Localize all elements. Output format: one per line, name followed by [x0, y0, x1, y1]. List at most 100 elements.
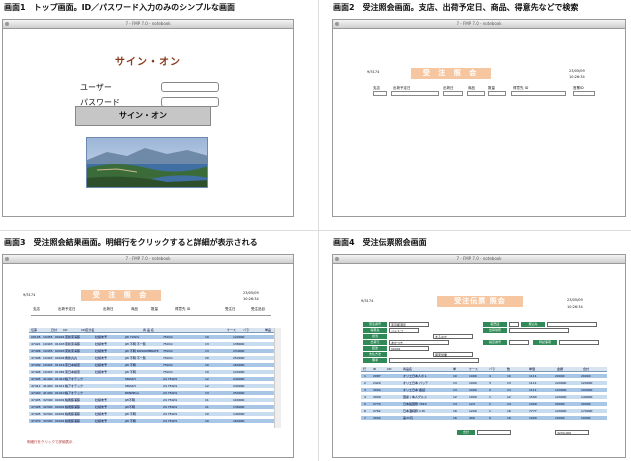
ship-date-input[interactable]: [391, 91, 439, 96]
search-label-customer: 得意先 ID: [175, 307, 191, 311]
form-field[interactable]: 関東営業: [433, 352, 473, 357]
table-cell: 1000: [469, 381, 477, 385]
window-screen3: 7 - FMP 7.0 - notebook 9/3174 受 注 照 会 23…: [2, 254, 294, 458]
user-input[interactable]: [161, 82, 219, 92]
table-cell: 32300: [43, 419, 53, 423]
form-field-empty[interactable]: [509, 328, 569, 333]
form-field-empty[interactable]: [547, 322, 597, 327]
column-header[interactable]: 商 品 名: [143, 328, 154, 332]
column-header[interactable]: バラ: [243, 328, 249, 332]
table-cell: 138000: [233, 342, 245, 346]
table-cell: 20000: [555, 402, 565, 406]
table-cell: 10: [507, 374, 511, 378]
branch-input[interactable]: [373, 91, 387, 96]
table-cell: 16: [453, 409, 457, 413]
column-header[interactable]: ID: [373, 367, 376, 371]
form-field-empty[interactable]: [509, 322, 519, 327]
table-cell: 47405: [31, 412, 41, 416]
table-cell: 株鳳藤浦藤: [65, 405, 81, 409]
table-cell: 250000: [233, 391, 245, 395]
table-row[interactable]: [361, 395, 607, 399]
table-cell: 株アオテック: [65, 377, 84, 381]
caption-screen3: 画面3 受注照会結果画面。明細行をクリックすると詳細が表示される: [4, 238, 258, 247]
column-header[interactable]: 行: [363, 367, 366, 371]
column-header[interactable]: 金額: [557, 367, 563, 371]
table-cell: 国産 / 本人グルメ: [403, 395, 427, 399]
column-header[interactable]: 単品: [265, 328, 271, 332]
search-label-qty: 数量: [151, 307, 158, 311]
table-cell: SMASH: [125, 377, 136, 381]
column-header[interactable]: 伝票: [31, 328, 37, 332]
table-cell: 00004: [55, 356, 65, 360]
table-row[interactable]: [361, 402, 607, 406]
column-header[interactable]: 数: [507, 367, 510, 371]
field-label-qty: 数量: [488, 86, 495, 90]
form-field-empty[interactable]: [559, 340, 599, 345]
table-cell: 5: [364, 402, 366, 406]
column-header[interactable]: 単: [453, 367, 456, 371]
shipped-input[interactable]: [443, 91, 463, 96]
search-field-row[interactable]: [31, 312, 271, 316]
table-cell: JW 不明 ROSIOMBRATE: [125, 349, 159, 353]
close-dot-icon[interactable]: [335, 22, 339, 26]
form-field[interactable]: 東京都港区: [389, 322, 429, 327]
form-field-empty[interactable]: [389, 358, 479, 363]
table-row[interactable]: [361, 416, 607, 420]
column-header[interactable]: 合計: [583, 367, 589, 371]
table-cell: 120000: [581, 381, 593, 385]
form-field-empty[interactable]: [509, 340, 529, 345]
table-cell: 750ml: [163, 349, 173, 353]
table-row[interactable]: [361, 374, 607, 378]
table-cell: 120000: [555, 395, 567, 399]
form-field[interactable]: まるなか: [433, 334, 473, 339]
table-cell: 社検未予: [95, 412, 108, 416]
qty-input[interactable]: [488, 91, 506, 96]
window-titlebar: 7 - FMP 7.0 - notebook: [333, 20, 625, 29]
column-header[interactable]: 単価: [529, 367, 535, 371]
table-cell: 47412: [31, 384, 41, 388]
items-header: 行 ID CD 商品名 単 ケース バラ 数 単価 金額 合計: [361, 367, 607, 372]
close-dot-icon[interactable]: [5, 22, 9, 26]
table-cell: 32300: [43, 398, 53, 402]
table-cell: 10: [205, 363, 209, 367]
close-dot-icon[interactable]: [5, 257, 9, 261]
form-field[interactable]: あかつき: [389, 340, 449, 345]
column-header[interactable]: ケース: [227, 328, 236, 332]
table-cell: 3004: [373, 388, 381, 392]
form-label: 備考: [363, 358, 387, 363]
column-header[interactable]: CD: [387, 367, 391, 371]
table-cell: 11: [205, 405, 209, 409]
table-cell: 1111: [529, 381, 537, 385]
table-cell: 750ml: [163, 356, 173, 360]
customer-input[interactable]: [511, 91, 566, 96]
table-cell: 47421: [31, 342, 41, 346]
form-field[interactable]: ジャスコ: [389, 328, 419, 333]
table-cell: 120000: [233, 335, 245, 339]
table-cell: 10000: [581, 416, 591, 420]
results-scrollbar[interactable]: [274, 328, 281, 428]
time-display: 10:26:34: [567, 305, 583, 309]
form-label: 指定番号: [483, 340, 507, 345]
column-header[interactable]: バラ: [489, 367, 495, 371]
column-header[interactable]: CD区分名: [81, 328, 94, 332]
close-dot-icon[interactable]: [335, 257, 339, 261]
item-input[interactable]: [467, 91, 485, 96]
table-row[interactable]: [361, 409, 607, 413]
search-label-ship-date: 出荷予定日: [58, 307, 76, 311]
table-row[interactable]: [361, 381, 607, 385]
table-row[interactable]: [361, 388, 607, 392]
table-cell: 16: [453, 416, 457, 420]
sales-input[interactable]: [573, 91, 595, 96]
table-cell: 20000: [581, 402, 591, 406]
column-header[interactable]: ケース: [469, 367, 478, 371]
column-header[interactable]: CD: [63, 328, 67, 332]
table-cell: 1111: [529, 388, 537, 392]
field-label-shipped: 出荷日: [443, 86, 454, 90]
column-header[interactable]: 日付: [51, 328, 57, 332]
column-header[interactable]: 商品名: [403, 367, 412, 371]
table-cell: SMASH: [125, 384, 136, 388]
form-field[interactable]: 00001: [389, 346, 429, 351]
signon-button[interactable]: サイン・オン: [75, 106, 211, 126]
table-cell: 14: [453, 402, 457, 406]
table-cell: 1000: [529, 416, 537, 420]
